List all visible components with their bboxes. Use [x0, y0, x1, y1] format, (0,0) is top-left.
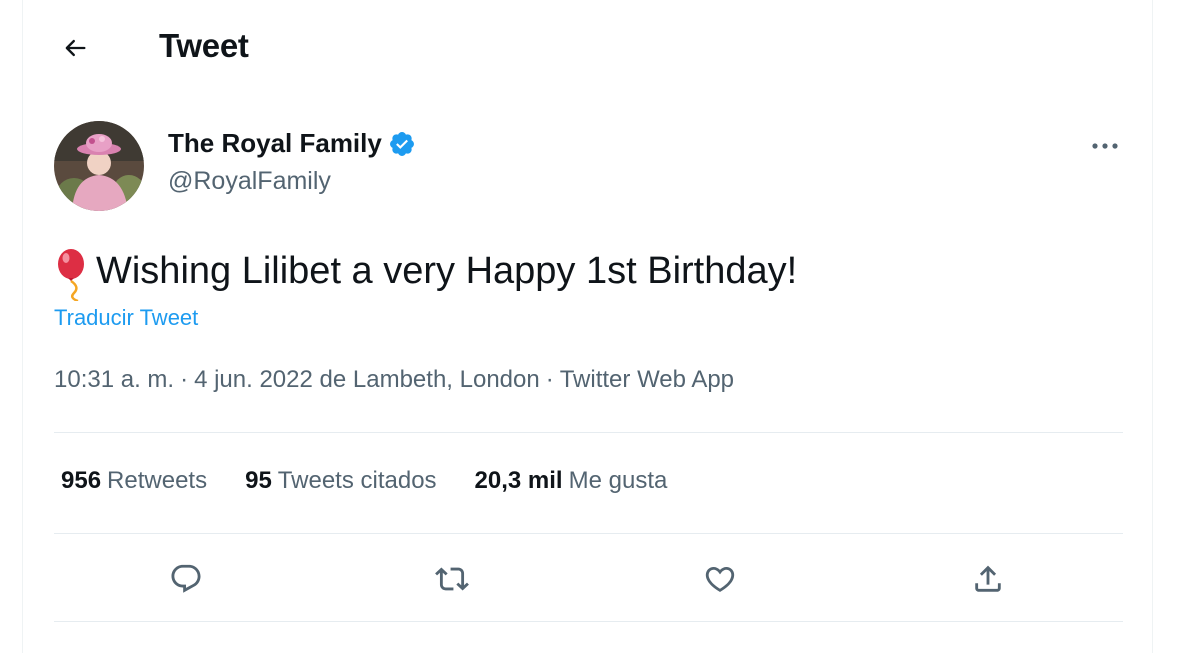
tweet-text: Wishing Lilibet a very Happy 1st Birthda… — [96, 249, 798, 292]
page-title: Tweet — [159, 27, 249, 64]
likes-label: Me gusta — [568, 467, 668, 494]
translate-tweet-link[interactable]: Traducir Tweet — [54, 305, 198, 331]
reply-icon — [171, 564, 201, 593]
tweet-location[interactable]: de Lambeth, London — [320, 366, 540, 393]
tweet-panel: Tweet The Royal Family @RoyalFamily Wish… — [22, 0, 1153, 653]
likes-stat[interactable]: 20,3 mil Me gusta — [475, 467, 668, 495]
quote-tweets-stat[interactable]: 95 Tweets citados — [245, 467, 436, 495]
tweet-meta: 10:31 a. m. · 4 jun. 2022 de Lambeth, Lond… — [54, 366, 734, 394]
more-dots-icon — [1092, 143, 1118, 149]
author-name: The Royal Family — [168, 128, 382, 158]
reply-button[interactable] — [163, 556, 209, 602]
back-button[interactable] — [53, 26, 97, 70]
meta-separator: · — [180, 366, 189, 393]
balloon-icon — [58, 249, 84, 301]
retweets-label: Retweets — [107, 467, 208, 494]
meta-separator: · — [545, 366, 554, 393]
tweet-text-row: Wishing Lilibet a very Happy 1st Birthda… — [54, 241, 797, 301]
tweet-stats: 956 Retweets 95 Tweets citados 20,3 mil Me … — [61, 467, 705, 495]
share-icon — [975, 565, 1001, 592]
likes-count: 20,3 mil — [474, 467, 563, 494]
tweet-time[interactable]: 10:31 a. m. — [54, 366, 174, 393]
tweet-date[interactable]: 4 jun. 2022 — [194, 366, 313, 393]
quote-tweets-label: Tweets citados — [277, 467, 437, 494]
author-name-row[interactable]: The Royal Family — [168, 128, 418, 159]
divider — [54, 621, 1123, 622]
arrow-left-icon — [65, 39, 86, 57]
retweet-button[interactable] — [429, 556, 475, 602]
verified-badge-icon — [388, 129, 418, 159]
author-handle[interactable]: @RoyalFamily — [168, 167, 331, 196]
retweets-stat[interactable]: 956 Retweets — [61, 467, 207, 495]
like-button[interactable] — [697, 556, 743, 602]
retweets-count: 956 — [61, 467, 102, 494]
retweet-icon — [435, 567, 469, 591]
divider — [54, 432, 1123, 433]
avatar[interactable] — [54, 121, 144, 211]
tweet-source[interactable]: Twitter Web App — [560, 366, 734, 393]
quote-tweets-count: 95 — [245, 467, 272, 494]
divider — [54, 533, 1123, 534]
more-options-button[interactable] — [1083, 126, 1127, 166]
like-icon — [705, 566, 735, 592]
header: Tweet — [23, 0, 1152, 96]
share-button[interactable] — [965, 556, 1011, 602]
